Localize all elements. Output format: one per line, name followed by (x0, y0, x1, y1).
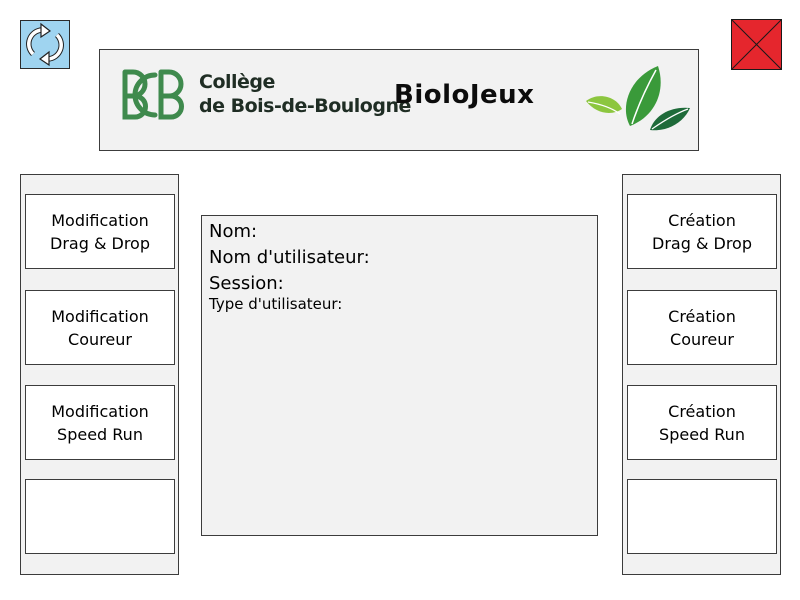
button-label-line2: Drag & Drop (50, 233, 150, 253)
college-name: Collège de Bois-de-Boulogne (199, 70, 411, 118)
refresh-button[interactable] (20, 20, 70, 69)
button-label-line1: Modification (51, 401, 149, 421)
college-logo-icon (122, 69, 184, 120)
button-label-line1: Création (668, 210, 736, 230)
button-label-line2: Speed Run (57, 424, 143, 444)
refresh-icon (26, 22, 64, 67)
edit-runner-button[interactable]: Modification Coureur (25, 290, 175, 365)
create-drag-drop-button[interactable]: Création Drag & Drop (627, 194, 777, 269)
edit-drag-drop-button[interactable]: Modification Drag & Drop (25, 194, 175, 269)
empty-left-button[interactable] (25, 479, 175, 554)
close-icon (732, 20, 781, 69)
button-label-line1: Création (668, 401, 736, 421)
modification-panel: Modification Drag & Drop Modification Cour… (20, 174, 179, 575)
empty-right-button[interactable] (627, 479, 777, 554)
header-banner: Collège de Bois-de-Boulogne BioloJeux (99, 49, 699, 151)
create-speed-run-button[interactable]: Création Speed Run (627, 385, 777, 460)
name-label: Nom: (209, 221, 258, 242)
college-name-line1: Collège (199, 71, 275, 93)
button-label-line2: Coureur (68, 329, 132, 349)
session-label: Session: (209, 273, 284, 294)
app-title: BioloJeux (394, 80, 535, 110)
user-info-panel: Nom: Nom d'utilisateur: Session: Type d'… (201, 215, 598, 536)
username-label: Nom d'utilisateur: (209, 247, 370, 268)
button-label-line2: Drag & Drop (652, 233, 752, 253)
button-label-line1: Modification (51, 210, 149, 230)
leaves-icon (586, 66, 690, 131)
edit-speed-run-button[interactable]: Modification Speed Run (25, 385, 175, 460)
button-label-line1: Création (668, 306, 736, 326)
creation-panel: Création Drag & Drop Création Coureur Créa… (622, 174, 781, 575)
button-label-line2: Coureur (670, 329, 734, 349)
close-button[interactable] (731, 19, 782, 70)
button-label-line2: Speed Run (659, 424, 745, 444)
create-runner-button[interactable]: Création Coureur (627, 290, 777, 365)
button-label-line1: Modification (51, 306, 149, 326)
college-name-line2: de Bois-de-Boulogne (199, 95, 411, 117)
user-type-label: Type d'utilisateur: (209, 295, 343, 313)
